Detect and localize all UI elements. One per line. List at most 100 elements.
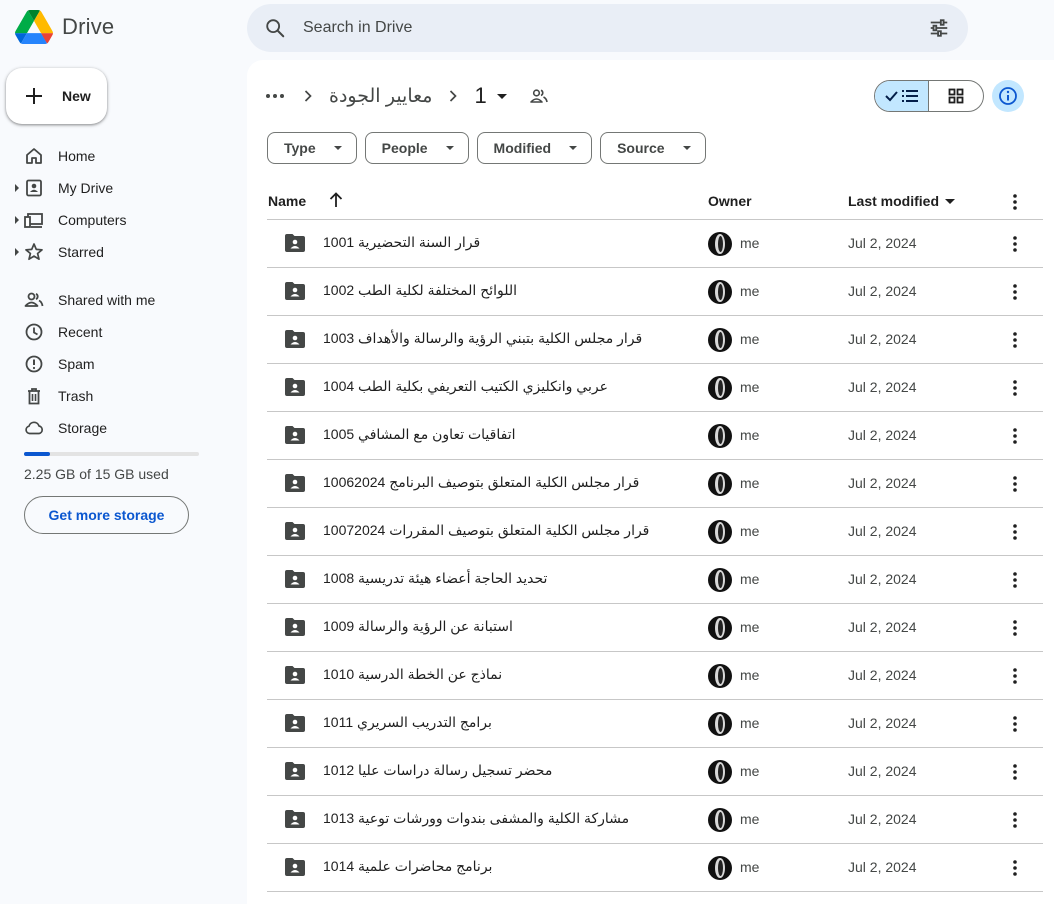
sidebar-item-home[interactable]: Home <box>0 140 240 172</box>
breadcrumb-parent[interactable]: معايير الجودة <box>329 85 432 108</box>
filter-source[interactable]: Source <box>600 132 706 164</box>
table-row[interactable]: 1008 تحديد الحاجة أعضاء هيئة تدريسية me Ju… <box>267 556 1043 604</box>
storage-progress-fill <box>24 452 50 456</box>
table-row[interactable]: 1007قرار مجلس الكلية المتعلق بتوصيف المق… <box>267 508 1043 556</box>
breadcrumb-more-button[interactable] <box>263 84 287 108</box>
more-vert-icon[interactable] <box>1005 376 1025 400</box>
table-row[interactable]: 1012 محضر تسجيل رسالة دراسات عليا me Jul 2… <box>267 748 1043 796</box>
sidebar-item-trash[interactable]: Trash <box>0 380 240 412</box>
avatar <box>708 664 732 688</box>
more-vert-icon[interactable] <box>1005 568 1025 592</box>
table-row[interactable]: 1003 قرار مجلس الكلية بتبني الرؤية والرس… <box>267 316 1043 364</box>
file-name[interactable]: 1001 قرار السنة التحضيرية <box>323 234 480 251</box>
column-header-modified[interactable]: Last modified <box>848 193 956 209</box>
sidebar-item-recent[interactable]: Recent <box>0 316 240 348</box>
file-name[interactable]: 1007قرار مجلس الكلية المتعلق بتوصيف المق… <box>323 522 649 539</box>
more-vert-icon[interactable] <box>1005 328 1025 352</box>
more-vert-icon[interactable] <box>1005 232 1025 256</box>
list-view-button[interactable] <box>875 81 930 111</box>
more-vert-icon[interactable] <box>1005 712 1025 736</box>
table-row[interactable]: 1014 برنامج محاضرات علمية me Jul 2, 2024 <box>267 844 1043 892</box>
expand-caret-icon[interactable] <box>15 248 19 256</box>
more-vert-icon[interactable] <box>1005 520 1025 544</box>
sidebar-item-storage[interactable]: Storage <box>0 412 240 444</box>
file-name[interactable]: 1003 قرار مجلس الكلية بتبني الرؤية والرس… <box>323 330 642 347</box>
file-modified-date: Jul 2, 2024 <box>848 283 917 299</box>
dropdown-arrow-icon <box>945 198 956 204</box>
shared-folder-icon <box>285 378 305 396</box>
file-owner: me <box>740 667 760 683</box>
column-header-owner[interactable]: Owner <box>708 193 752 209</box>
more-vert-icon[interactable] <box>1005 808 1025 832</box>
file-modified-date: Jul 2, 2024 <box>848 619 917 635</box>
search-options-icon[interactable] <box>928 17 950 39</box>
table-row[interactable]: 1005 اتفاقيات تعاون مع المشافي me Jul 2, 2… <box>267 412 1043 460</box>
avatar <box>708 712 732 736</box>
file-owner: me <box>740 715 760 731</box>
details-button[interactable] <box>992 80 1024 112</box>
file-name[interactable]: 1006قرار مجلس الكلية المتعلق بتوصيف البر… <box>323 474 639 491</box>
breadcrumb-dropdown-icon[interactable] <box>496 93 507 99</box>
search-bar[interactable]: Search in Drive <box>247 4 968 52</box>
grid-view-button[interactable] <box>929 81 983 111</box>
sidebar-item-computers[interactable]: Computers <box>0 204 240 236</box>
file-name[interactable]: 1014 برنامج محاضرات علمية <box>323 858 492 875</box>
filter-chips: Type People Modified Source <box>267 132 714 164</box>
more-vert-icon[interactable] <box>1005 424 1025 448</box>
star-icon <box>25 243 43 261</box>
table-row[interactable]: 1006قرار مجلس الكلية المتعلق بتوصيف البر… <box>267 460 1043 508</box>
clock-icon <box>25 323 43 341</box>
file-owner: me <box>740 571 760 587</box>
avatar <box>708 520 732 544</box>
file-name[interactable]: 1009 استبانة عن الرؤية والرسالة <box>323 618 513 635</box>
expand-caret-icon[interactable] <box>15 184 19 192</box>
sort-ascending-icon[interactable] <box>327 191 345 209</box>
file-name[interactable]: 1013 مشاركة الكلية والمشفى بندوات وورشات… <box>323 810 629 827</box>
spam-icon <box>25 355 43 373</box>
new-button[interactable]: New <box>6 68 107 124</box>
more-vert-icon[interactable] <box>1005 472 1025 496</box>
shared-icon <box>24 292 44 307</box>
filter-type[interactable]: Type <box>267 132 357 164</box>
file-name[interactable]: 1005 اتفاقيات تعاون مع المشافي <box>323 426 516 443</box>
expand-caret-icon[interactable] <box>15 216 19 224</box>
file-name[interactable]: 1004 عربي وانكليزي الكتيب التعريفي بكلية… <box>323 378 608 395</box>
filter-people[interactable]: People <box>364 132 469 164</box>
table-row[interactable]: 1002 اللوائح المختلفة لكلية الطب me Jul 2,… <box>267 268 1043 316</box>
table-row[interactable]: 1001 قرار السنة التحضيرية me Jul 2, 2024 <box>267 220 1043 268</box>
sidebar-item-shared[interactable]: Shared with me <box>0 284 240 316</box>
table-row[interactable]: 1004 عربي وانكليزي الكتيب التعريفي بكلية… <box>267 364 1043 412</box>
table-row[interactable]: 1013 مشاركة الكلية والمشفى بندوات وورشات… <box>267 796 1043 844</box>
file-name[interactable]: 1011 برامج التدريب السريري <box>323 714 492 731</box>
table-row[interactable]: 1011 برامج التدريب السريري me Jul 2, 2024 <box>267 700 1043 748</box>
file-name[interactable]: 1008 تحديد الحاجة أعضاء هيئة تدريسية <box>323 570 547 587</box>
more-vert-icon[interactable] <box>1005 616 1025 640</box>
sidebar-item-spam[interactable]: Spam <box>0 348 240 380</box>
more-vert-icon[interactable] <box>1005 190 1025 214</box>
file-name[interactable]: 1002 اللوائح المختلفة لكلية الطب <box>323 282 517 299</box>
search-input[interactable]: Search in Drive <box>303 19 412 37</box>
sidebar-item-starred[interactable]: Starred <box>0 236 240 268</box>
file-owner: me <box>740 523 760 539</box>
file-name[interactable]: 1012 محضر تسجيل رسالة دراسات عليا <box>323 762 552 779</box>
more-horizontal-icon <box>266 94 284 98</box>
sidebar-item-label: Home <box>58 148 96 164</box>
file-name[interactable]: 1010 نماذج عن الخطة الدرسية <box>323 666 502 683</box>
plus-icon <box>26 88 42 104</box>
more-vert-icon[interactable] <box>1005 760 1025 784</box>
breadcrumb-current[interactable]: 1 <box>474 83 486 109</box>
new-button-label: New <box>62 88 91 104</box>
table-row[interactable]: 1009 استبانة عن الرؤية والرسالة me Jul 2, … <box>267 604 1043 652</box>
more-vert-icon[interactable] <box>1005 280 1025 304</box>
filter-modified[interactable]: Modified <box>476 132 593 164</box>
table-row[interactable]: 1010 نماذج عن الخطة الدرسية me Jul 2, 2024 <box>267 652 1043 700</box>
search-icon[interactable] <box>264 17 286 39</box>
get-more-storage-button[interactable]: Get more storage <box>24 496 189 534</box>
more-vert-icon[interactable] <box>1005 664 1025 688</box>
file-modified-date: Jul 2, 2024 <box>848 811 917 827</box>
column-header-name[interactable]: Name <box>268 193 306 209</box>
sidebar-item-my-drive[interactable]: My Drive <box>0 172 240 204</box>
drive-logo[interactable]: Drive <box>15 10 114 44</box>
drive-logo-icon <box>15 10 53 44</box>
more-vert-icon[interactable] <box>1005 856 1025 880</box>
